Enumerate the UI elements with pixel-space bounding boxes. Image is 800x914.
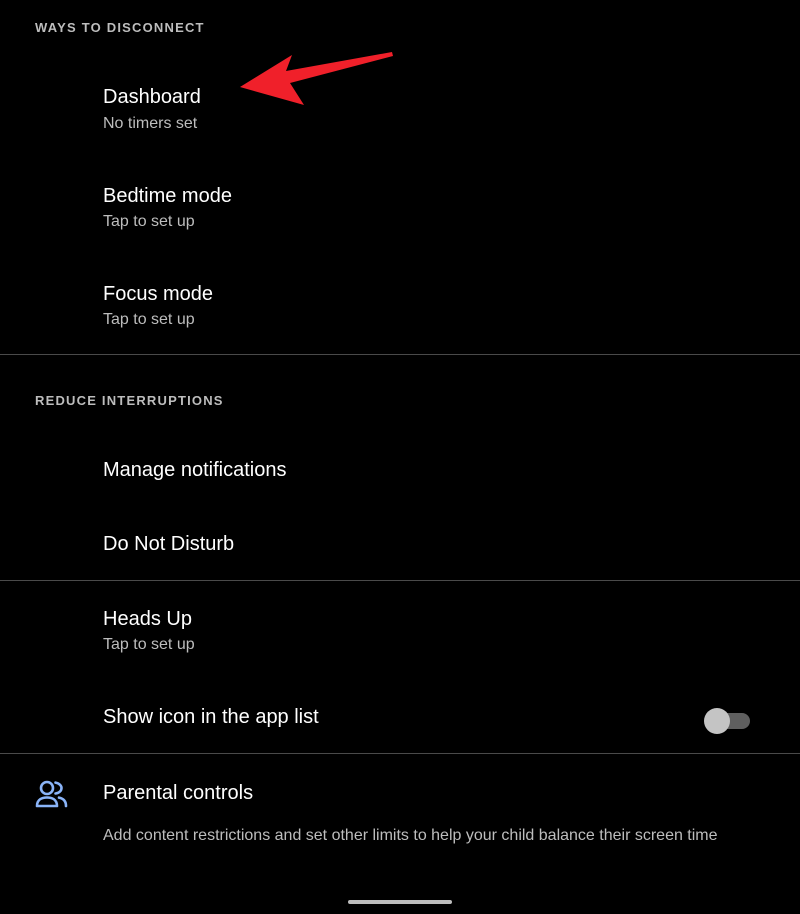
manage-notifications-item[interactable]: Manage notifications (0, 440, 800, 502)
show-icon-title: Show icon in the app list (103, 706, 319, 728)
bedtime-mode-item[interactable]: Bedtime mode Tap to set up (0, 170, 800, 250)
focus-mode-item[interactable]: Focus mode Tap to set up (0, 268, 800, 348)
parental-controls-title: Parental controls (103, 782, 254, 804)
dashboard-title: Dashboard (103, 86, 201, 108)
heads-up-item[interactable]: Heads Up Tap to set up (0, 592, 800, 672)
parental-controls-item[interactable]: Parental controls (0, 756, 800, 886)
divider (0, 753, 800, 754)
parental-controls-description: Add content restrictions and set other l… (103, 827, 718, 844)
do-not-disturb-title: Do Not Disturb (103, 533, 235, 555)
manage-notifications-title: Manage notifications (103, 459, 287, 481)
red-arrow-icon (240, 52, 393, 105)
divider (0, 580, 800, 581)
do-not-disturb-item[interactable]: Do Not Disturb (0, 512, 800, 574)
section-header-ways-to-disconnect: WAYS TO DISCONNECT (35, 20, 205, 35)
people-icon (35, 780, 68, 808)
show-icon-item[interactable]: Show icon in the app list (0, 690, 800, 750)
show-icon-toggle[interactable] (704, 707, 752, 735)
heads-up-subtitle: Tap to set up (103, 636, 195, 653)
bedtime-mode-subtitle: Tap to set up (103, 213, 195, 230)
section-header-reduce-interruptions: REDUCE INTERRUPTIONS (35, 393, 224, 408)
focus-mode-title: Focus mode (103, 283, 214, 305)
heads-up-title: Heads Up (103, 608, 192, 630)
gesture-nav-handle[interactable] (348, 900, 452, 904)
toggle-thumb (704, 708, 730, 734)
divider (0, 354, 800, 355)
bedtime-mode-title: Bedtime mode (103, 185, 232, 207)
dashboard-subtitle: No timers set (103, 115, 198, 132)
focus-mode-subtitle: Tap to set up (103, 311, 195, 328)
